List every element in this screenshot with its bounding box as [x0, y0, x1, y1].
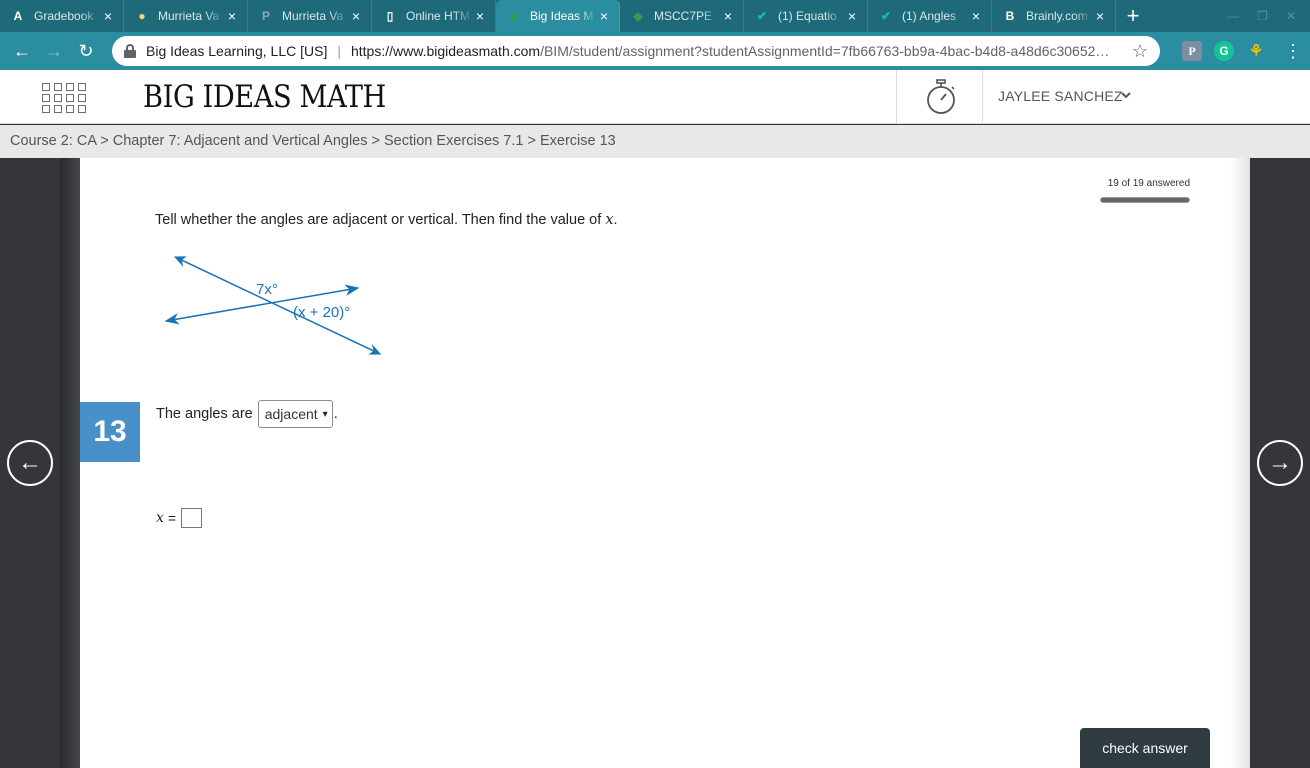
close-window-icon[interactable]: ✕	[1286, 9, 1296, 23]
tab-close-icon[interactable]: ×	[969, 8, 983, 24]
tab-title: Brainly.com	[1026, 9, 1088, 23]
browser-tab[interactable]: ◆ MSCC7PE ×	[620, 0, 744, 32]
answer-prefix: The angles are	[156, 406, 253, 422]
reload-icon: ↻	[78, 40, 94, 61]
tab-favicon-icon: A	[13, 9, 23, 23]
equals-sign: =	[167, 510, 177, 526]
tab-close-icon[interactable]: ×	[225, 8, 239, 24]
browser-tabstrip: A Gradebook × ● Murrieta Va × P Murrieta Va × ▯ On…	[0, 0, 1310, 32]
forward-button[interactable]: →	[38, 35, 70, 67]
tab-title: (1) Equatio	[778, 9, 837, 23]
tab-title: Murrieta Va	[282, 9, 344, 23]
tab-close-icon[interactable]: ×	[349, 8, 363, 24]
address-bar[interactable]: Big Ideas Learning, LLC [US] | https://w…	[112, 36, 1160, 66]
tab-favicon-icon: ▯	[386, 9, 394, 23]
arrow-right-icon: →	[45, 40, 63, 61]
tab-close-icon[interactable]: ×	[101, 8, 115, 24]
caret-down-icon: ▾	[322, 408, 328, 420]
lock-icon	[124, 44, 136, 58]
x-variable-label: x	[156, 510, 164, 526]
back-button[interactable]: ←	[6, 35, 38, 67]
extension-plant-icon[interactable]: ⚘	[1246, 41, 1266, 61]
progress-bar	[1100, 197, 1190, 203]
site-logo[interactable]: BIG IDEAS MATH	[143, 78, 386, 116]
browser-tab[interactable]: ✔ (1) Angles ×	[868, 0, 992, 32]
exercise-content: 19 of 19 answered Tell whether the angle…	[80, 158, 1230, 768]
browser-menu-icon[interactable]: ⋮	[1284, 41, 1302, 62]
prompt-text: Tell whether the angles are adjacent or …	[155, 212, 606, 228]
browser-tab[interactable]: B Brainly.com ×	[992, 0, 1116, 32]
browser-tab[interactable]: A Gradebook ×	[0, 0, 124, 32]
grammarly-icon[interactable]: G	[1214, 41, 1234, 61]
tab-close-icon[interactable]: ×	[721, 8, 735, 24]
bookmark-star-icon[interactable]: ☆	[1132, 41, 1148, 62]
previous-question-button[interactable]: ←	[7, 440, 53, 486]
tab-list: A Gradebook × ● Murrieta Va × P Murrieta Va × ▯ On…	[0, 0, 1116, 32]
url-path: /BIM/student/assignment?studentAssignmen…	[540, 43, 1110, 59]
tab-close-icon[interactable]: ×	[597, 8, 611, 24]
reload-button[interactable]: ↻	[70, 35, 102, 67]
omnibox-separator: |	[337, 43, 341, 59]
header-divider	[982, 70, 983, 124]
prompt-suffix: .	[613, 212, 618, 228]
right-panel-shadow	[1230, 158, 1250, 768]
browser-tab[interactable]: ● Murrieta Va ×	[124, 0, 248, 32]
tab-title: MSCC7PE	[654, 9, 713, 23]
arrow-right-icon: →	[1268, 449, 1292, 476]
check-answer-button[interactable]: check answer	[1080, 728, 1210, 768]
tab-favicon-icon: B	[1005, 9, 1015, 23]
angle-type-answer: The angles are adjacent ▾ .	[156, 400, 338, 428]
window-controls: — ❐ ✕	[1227, 0, 1310, 32]
progress-bar-fill	[1101, 198, 1189, 202]
tab-favicon-icon: ●	[138, 9, 146, 23]
next-question-button[interactable]: →	[1257, 440, 1303, 486]
angle-type-select[interactable]: adjacent ▾	[257, 400, 333, 428]
angle-label-a: 7x°	[256, 281, 278, 298]
tab-favicon-icon: ◆	[633, 9, 643, 23]
browser-tab[interactable]: ▯ Online HTM ×	[372, 0, 496, 32]
stopwatch-icon[interactable]	[924, 79, 958, 115]
prompt-variable: x	[605, 212, 614, 228]
url-host: https://www.bigideasmath.com	[350, 43, 541, 59]
left-panel-shadow	[60, 158, 80, 768]
progress-label: 19 of 19 answered	[1107, 178, 1190, 189]
tab-close-icon[interactable]: ×	[473, 8, 487, 24]
browser-tab[interactable]: ◆ Big Ideas M ×	[496, 0, 620, 32]
tab-favicon-icon: P	[261, 9, 270, 23]
x-answer-row: x =	[156, 508, 203, 528]
question-prompt: Tell whether the angles are adjacent or …	[155, 212, 618, 228]
tab-title: Gradebook	[34, 9, 94, 23]
extension-p-icon[interactable]: P	[1182, 41, 1202, 61]
browser-toolbar: ← → ↻ Big Ideas Learning, LLC [US] | htt…	[0, 32, 1310, 70]
tab-title: Online HTM	[406, 9, 471, 23]
user-menu-name[interactable]: JAYLEE SANCHEZ	[998, 88, 1123, 104]
browser-tab[interactable]: ✔ (1) Equatio ×	[744, 0, 868, 32]
arrow-left-icon: ←	[18, 449, 42, 476]
new-tab-button[interactable]: +	[1116, 0, 1150, 32]
tab-title: Murrieta Va	[158, 9, 220, 23]
minimize-icon[interactable]: —	[1227, 9, 1239, 23]
angle-figure: 7x° (x + 20)°	[164, 256, 382, 355]
tab-close-icon[interactable]: ×	[845, 8, 859, 24]
answer-suffix: .	[333, 406, 338, 422]
arrow-left-icon: ←	[13, 40, 31, 61]
question-number-badge: 13	[80, 402, 140, 462]
x-value-input[interactable]	[181, 508, 203, 528]
angle-label-b: (x + 20)°	[293, 304, 350, 321]
tab-title: Big Ideas M	[530, 9, 594, 23]
tab-favicon-icon: ◆	[509, 9, 519, 23]
restore-icon[interactable]: ❐	[1257, 9, 1268, 23]
chevron-down-icon[interactable]	[1120, 89, 1132, 101]
header-divider	[896, 70, 897, 124]
tab-favicon-icon: ✔	[756, 9, 768, 23]
breadcrumb[interactable]: Course 2: CA > Chapter 7: Adjacent and V…	[0, 125, 1310, 158]
browser-tab[interactable]: P Murrieta Va ×	[248, 0, 372, 32]
apps-grid-icon[interactable]	[42, 83, 86, 113]
site-header: BIG IDEAS MATH JAYLEE SANCHEZ	[0, 70, 1310, 124]
tab-close-icon[interactable]: ×	[1093, 8, 1107, 24]
select-value: adjacent	[264, 406, 318, 422]
tab-title: (1) Angles	[902, 9, 957, 23]
site-owner: Big Ideas Learning, LLC [US]	[146, 43, 328, 59]
tab-favicon-icon: ✔	[880, 9, 892, 23]
